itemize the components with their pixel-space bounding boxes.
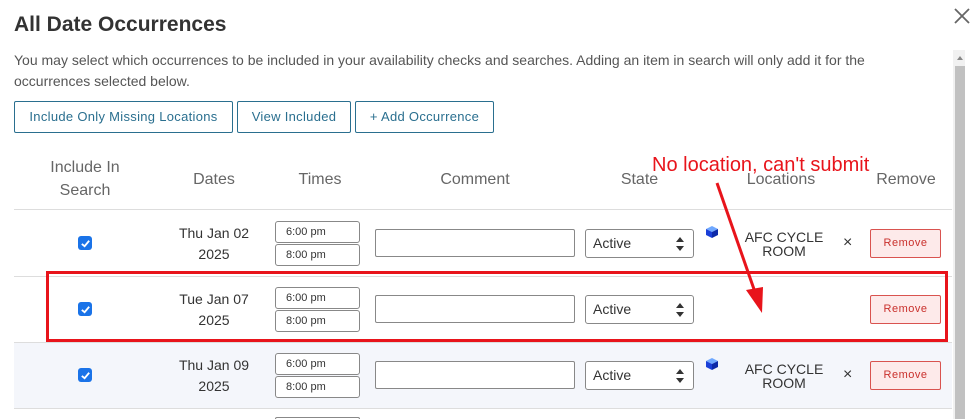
view-included-button[interactable]: View Included bbox=[237, 101, 351, 133]
close-icon bbox=[954, 8, 970, 24]
comment-input[interactable] bbox=[375, 229, 575, 257]
include-checkbox[interactable] bbox=[78, 368, 92, 382]
state-select[interactable]: Active bbox=[585, 361, 694, 390]
annotation-text: No location, can't submit bbox=[652, 154, 870, 176]
scrollbar-thumb[interactable] bbox=[955, 66, 965, 419]
scroll-up-icon[interactable] bbox=[955, 53, 965, 63]
header-times: Times bbox=[298, 170, 342, 188]
start-time-input[interactable]: 6:00 pm bbox=[275, 353, 360, 375]
annotation-highlight-box bbox=[46, 271, 948, 342]
remove-location-icon[interactable]: × bbox=[843, 367, 852, 383]
select-arrows-icon bbox=[676, 237, 684, 251]
remove-button[interactable]: Remove bbox=[870, 229, 941, 258]
checkmark-icon bbox=[80, 239, 90, 248]
remove-location-icon[interactable]: × bbox=[843, 235, 852, 251]
state-value: Active bbox=[593, 367, 632, 383]
remove-button[interactable]: Remove bbox=[870, 361, 941, 390]
table-row-partial bbox=[14, 409, 952, 419]
state-value: Active bbox=[593, 235, 632, 251]
checkmark-icon bbox=[80, 371, 90, 380]
start-time-input[interactable]: 6:00 pm bbox=[275, 221, 360, 243]
end-time-input[interactable]: 8:00 pm bbox=[275, 244, 360, 266]
date-day: Thu Jan 02 bbox=[178, 225, 250, 241]
cube-icon bbox=[706, 226, 718, 238]
table-row: Thu Jan 02 2025 6:00 pm 8:00 pm Active A… bbox=[14, 211, 952, 277]
location-name: AFC CYCLE ROOM bbox=[744, 361, 824, 391]
end-time-input[interactable]: 8:00 pm bbox=[275, 376, 360, 398]
table-row: Thu Jan 09 2025 6:00 pm 8:00 pm Active A… bbox=[14, 343, 952, 409]
cube-icon bbox=[706, 358, 718, 370]
include-missing-locations-button[interactable]: Include Only Missing Locations bbox=[14, 101, 233, 133]
date-day: Thu Jan 09 bbox=[178, 357, 250, 373]
include-checkbox[interactable] bbox=[78, 236, 92, 250]
dialog-title: All Date Occurrences bbox=[14, 13, 227, 36]
header-include: Include In Search bbox=[50, 159, 120, 199]
date-year: 2025 bbox=[198, 246, 230, 262]
header-dates: Dates bbox=[193, 170, 235, 188]
add-occurrence-button[interactable]: + Add Occurrence bbox=[355, 101, 494, 133]
date-year: 2025 bbox=[198, 378, 230, 394]
dialog-description: You may select which occurrences to be i… bbox=[14, 52, 865, 89]
header-comment: Comment bbox=[440, 170, 510, 188]
occurrence-date: Thu Jan 02 2025 bbox=[164, 223, 264, 265]
state-select[interactable]: Active bbox=[585, 229, 694, 258]
header-remove: Remove bbox=[876, 170, 936, 188]
location-name: AFC CYCLE ROOM bbox=[744, 229, 824, 259]
comment-input[interactable] bbox=[375, 361, 575, 389]
occurrence-date: Thu Jan 09 2025 bbox=[164, 355, 264, 397]
close-button[interactable] bbox=[950, 4, 974, 28]
select-arrows-icon bbox=[676, 369, 684, 383]
